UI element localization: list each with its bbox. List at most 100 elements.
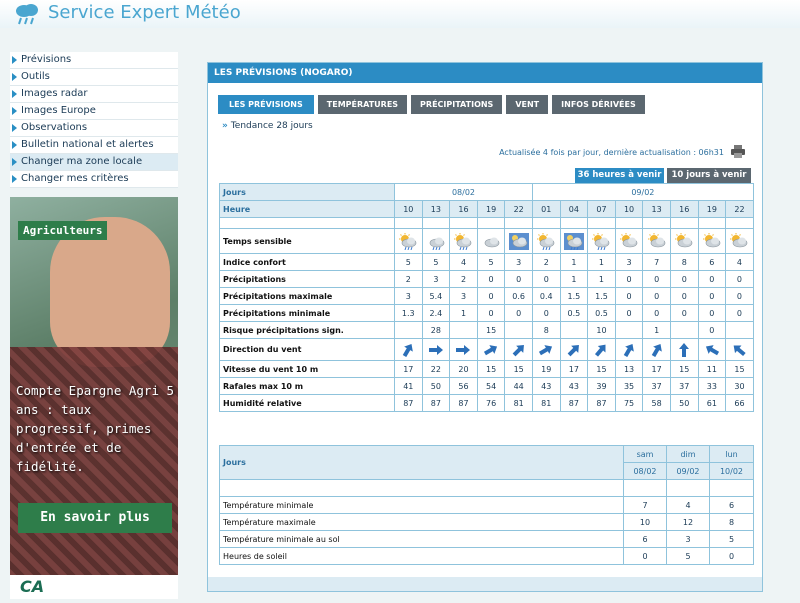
tab-3[interactable]: VENT (506, 95, 549, 114)
value-cell: 4 (449, 253, 478, 271)
panel-title: LES PRÉVISIONS (NOGARO) (208, 63, 762, 83)
hour-header: 13 (642, 200, 671, 218)
weather-cell (421, 228, 451, 254)
weather-cell (669, 228, 699, 254)
value-cell: 1 (449, 304, 478, 322)
value-cell: 41 (394, 377, 423, 395)
value-cell: 15 (504, 360, 533, 378)
tendance-link[interactable]: » Tendance 28 jours (222, 121, 313, 131)
sidebar-item-5[interactable]: Bulletin national et alertes (10, 137, 178, 154)
value-cell (394, 321, 423, 339)
value-cell: 50 (421, 377, 451, 395)
weather-cell (697, 228, 727, 254)
jours-label: Jours (219, 183, 395, 201)
sun-cloud-rain-icon (399, 232, 417, 250)
tab-1[interactable]: TEMPÉRATURES (317, 95, 408, 114)
wind-cell (669, 338, 699, 361)
value-cell: 0 (642, 287, 671, 305)
tendance-label: Tendance 28 jours (230, 121, 313, 131)
value-cell: 3 (614, 253, 644, 271)
wind-cell (559, 338, 589, 361)
value-cell: 2 (394, 270, 423, 288)
daily-day-date: 10/02 (709, 462, 754, 480)
hour-header: 10 (614, 200, 644, 218)
value-cell: 87 (421, 394, 451, 412)
value-cell: 0 (642, 304, 671, 322)
wind-direction-arrow-icon (705, 344, 719, 355)
value-cell: 0 (669, 304, 699, 322)
value-cell: 17 (559, 360, 589, 378)
value-cell: 22 (421, 360, 451, 378)
wind-cell (476, 338, 506, 361)
value-cell (504, 321, 533, 339)
heure-label: Heure (219, 200, 395, 218)
value-cell: 0 (614, 270, 644, 288)
value-cell: 0.4 (531, 287, 561, 305)
value-cell: 75 (614, 394, 644, 412)
row-label: Humidité relative (219, 394, 395, 412)
night-cloud-icon (508, 232, 529, 250)
advertisement-banner[interactable]: Agriculteurs Compte Epargne Agri 5 ans :… (10, 197, 178, 599)
value-cell: 1.5 (587, 287, 616, 305)
sun-cloud-rain-icon (592, 232, 610, 250)
value-cell: 5 (476, 253, 506, 271)
wind-cell (394, 338, 423, 361)
hour-header: 22 (504, 200, 533, 218)
value-cell: 44 (504, 377, 533, 395)
sun-cloud-icon (620, 232, 638, 247)
double-chevron-icon: » (222, 121, 228, 131)
hourly-forecast-table: Jours 08/02 09/02 Heure 10 13 16 19 22 01 04 07 10 13… (219, 183, 754, 412)
sun-cloud-rain-icon (537, 232, 555, 250)
value-cell: 0.5 (559, 304, 589, 322)
value-cell: 15 (725, 360, 754, 378)
value-cell: 0 (614, 304, 644, 322)
value-cell: 10 (587, 321, 616, 339)
value-cell: 81 (504, 394, 533, 412)
value-cell: 76 (476, 394, 506, 412)
daily-day-date: 08/02 (623, 462, 667, 480)
row-label: Temps sensible (219, 228, 395, 254)
weather-cell (504, 228, 533, 254)
day-header: 09/02 (531, 183, 754, 201)
value-cell: 0 (669, 270, 699, 288)
value-cell: 81 (531, 394, 561, 412)
value-cell: 3 (504, 253, 533, 271)
wind-direction-arrow-icon (456, 344, 471, 355)
tab-0[interactable]: LES PRÉVISIONS (218, 95, 314, 114)
value-cell: 0 (504, 304, 533, 322)
weather-cell (587, 228, 616, 254)
tab-4[interactable]: INFOS DÉRIVÉES (552, 95, 645, 114)
wind-direction-arrow-icon (679, 342, 690, 357)
ad-badge: Agriculteurs (18, 221, 108, 240)
sidebar-item-6[interactable]: Changer ma zone locale (10, 154, 178, 171)
value-cell: 87 (394, 394, 423, 412)
value-cell: 17 (394, 360, 423, 378)
value-cell: 20 (449, 360, 478, 378)
wind-direction-arrow-icon (623, 343, 634, 357)
wind-direction-arrow-icon (539, 344, 553, 355)
value-cell: 0 (504, 270, 533, 288)
value-cell (449, 321, 478, 339)
panel-footer (208, 577, 762, 591)
value-cell: 3 (449, 287, 478, 305)
print-icon[interactable] (731, 145, 745, 158)
sidebar-item-7[interactable]: Changer mes critères (10, 171, 178, 188)
sidebar-item-4[interactable]: Observations (10, 120, 178, 137)
sidebar-item-1[interactable]: Outils (10, 69, 178, 86)
daily-value-cell: 6 (623, 530, 667, 548)
value-cell: 0 (476, 304, 506, 322)
cloud-icon (484, 237, 500, 247)
update-info: Actualisée 4 fois par jour, dernière act… (499, 148, 724, 157)
sidebar-item-2[interactable]: Images radar (10, 86, 178, 103)
tab-2[interactable]: PRÉCIPITATIONS (411, 95, 503, 114)
sidebar-item-0[interactable]: Prévisions (10, 52, 178, 69)
ad-learn-more-button[interactable]: En savoir plus (18, 503, 172, 533)
range-36h-button[interactable]: 36 heures à venir (575, 168, 664, 183)
daily-row-label: Température minimale (219, 496, 624, 514)
cloud-rain-icon (429, 237, 445, 250)
sidebar-item-3[interactable]: Images Europe (10, 103, 178, 120)
range-10d-button[interactable]: 10 jours à venir (667, 168, 751, 183)
value-cell: 0 (476, 270, 506, 288)
value-cell: 33 (697, 377, 727, 395)
value-cell: 6 (697, 253, 727, 271)
